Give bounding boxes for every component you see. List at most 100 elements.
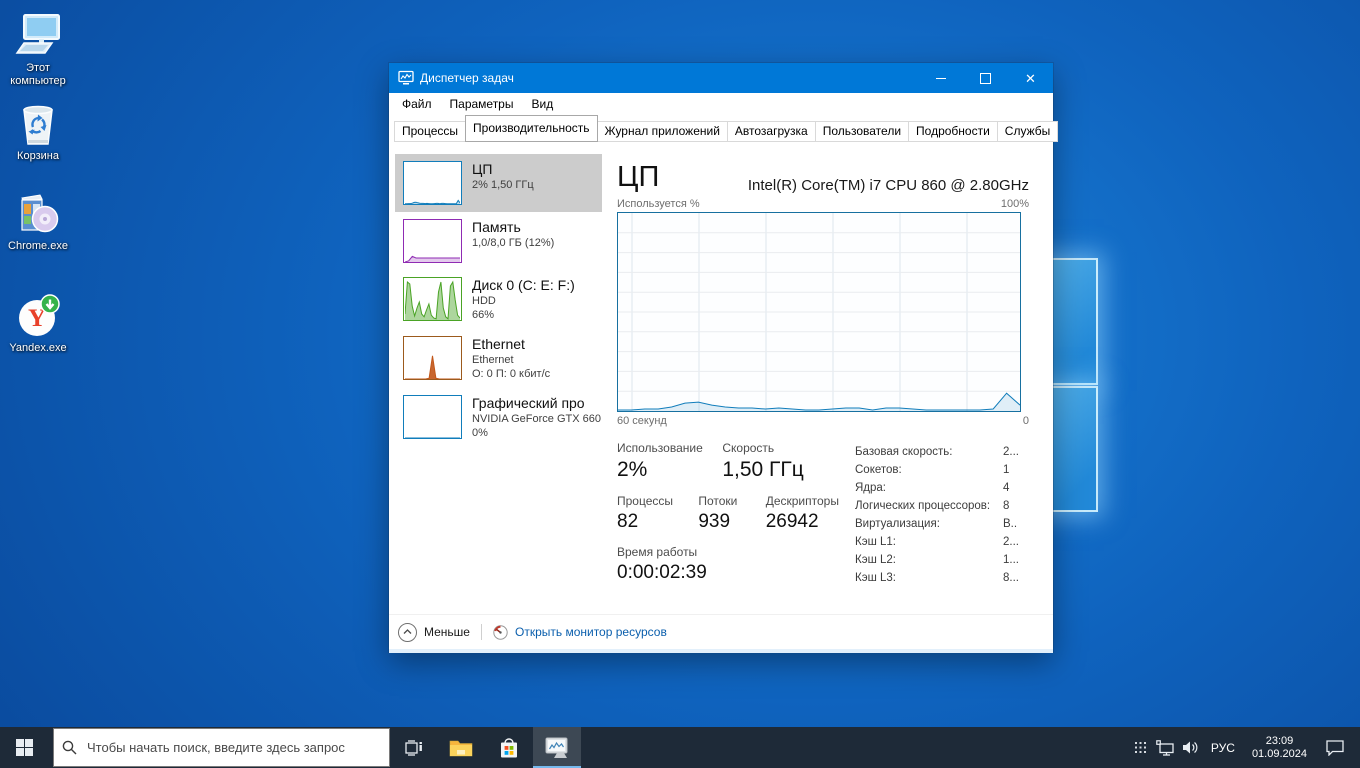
sidebar-gpu-usage: 0%	[472, 427, 488, 439]
desktop-icon-recycle-bin[interactable]: Корзина	[0, 100, 76, 163]
desktop-icon-yandex-exe[interactable]: Y Yandex.exe	[0, 292, 76, 355]
chevron-up-icon	[398, 622, 417, 642]
window-titlebar[interactable]: Диспетчер задач ✕	[389, 63, 1053, 93]
tab-details[interactable]: Подробности	[908, 121, 998, 142]
taskbar: РУС 23:09 01.09.2024	[0, 727, 1360, 768]
menu-view[interactable]: Вид	[522, 97, 562, 111]
this-pc-icon	[14, 12, 62, 60]
sidebar-memory-title: Память	[472, 219, 521, 235]
sidebar-gpu-title: Графический про	[472, 395, 585, 411]
spec-row: Сокетов: 1	[855, 464, 1010, 476]
minimize-icon	[935, 77, 946, 79]
clock-time: 23:09	[1265, 734, 1294, 747]
tab-startup[interactable]: Автозагрузка	[726, 121, 816, 142]
system-tray: РУС 23:09 01.09.2024	[1128, 727, 1354, 768]
tab-services[interactable]: Службы	[996, 121, 1059, 142]
speed-label: Скорость	[722, 441, 775, 455]
task-view-icon	[404, 739, 422, 756]
cpu-usage-graph	[617, 212, 1021, 412]
sidebar-item-cpu[interactable]: ЦП 2% 1,50 ГГц	[395, 154, 602, 212]
spec-row: Кэш L2: 1...	[855, 554, 1019, 566]
sidebar-disk-title: Диск 0 (C: E: F:)	[472, 277, 575, 293]
cpu-detail-pane: ЦП Intel(R) Core(TM) i7 CPU 860 @ 2.80GH…	[602, 142, 1053, 614]
spec-row: Кэш L3: 8...	[855, 572, 1019, 584]
close-icon: ✕	[1025, 70, 1036, 86]
clock-date: 01.09.2024	[1251, 747, 1307, 760]
recycle-bin-icon	[14, 100, 62, 148]
task-manager-taskbar-button[interactable]	[533, 727, 581, 768]
sidebar-memory-stats: 1,0/8,0 ГБ (12%)	[472, 237, 555, 249]
graph-ylabel: Используется %	[617, 198, 700, 210]
language-indicator[interactable]: РУС	[1203, 741, 1243, 755]
installer-box-icon	[14, 190, 62, 238]
desktop-icon-this-pc[interactable]: Этот компьютер	[0, 12, 76, 88]
sidebar-item-ethernet[interactable]: Ethernet Ethernet О: 0 П: 0 кбит/с	[395, 329, 602, 388]
desktop-icon-label: Chrome.exe	[8, 240, 68, 252]
task-manager-app-icon	[398, 70, 414, 86]
sidebar-disk-type: HDD	[472, 295, 496, 307]
spec-row: Логических процессоров: 8	[855, 500, 1010, 512]
graph-xmin-label: 0	[1022, 415, 1029, 427]
sidebar-ethernet-title: Ethernet	[472, 336, 525, 352]
sidebar-gpu-name: NVIDIA GeForce GTX 660	[472, 413, 601, 425]
menu-file[interactable]: Файл	[393, 97, 441, 111]
cpu-model-name: Intel(R) Core(TM) i7 CPU 860 @ 2.80GHz	[747, 177, 1029, 194]
file-explorer-icon	[449, 740, 473, 756]
fewer-details-button[interactable]: Меньше	[398, 622, 470, 642]
tab-strip: Процессы Производительность Журнал прило…	[389, 115, 1059, 142]
yandex-browser-icon: Y	[14, 292, 62, 340]
sidebar-cpu-title: ЦП	[472, 161, 493, 177]
desktop-icon-label: Корзина	[17, 150, 59, 162]
uptime-value: 0:00:02:39	[617, 562, 707, 583]
usage-value: 2%	[617, 458, 648, 481]
desktop-icon-chrome-exe[interactable]: Chrome.exe	[0, 190, 76, 253]
tab-app-history[interactable]: Журнал приложений	[596, 121, 728, 142]
minimize-button[interactable]	[918, 63, 963, 93]
window-bottom-edge	[389, 649, 1053, 653]
sidebar-item-gpu[interactable]: Графический про NVIDIA GeForce GTX 660 0…	[395, 388, 602, 447]
task-manager-icon	[545, 737, 568, 758]
threads-label: Потоки	[698, 494, 738, 508]
cpu-live-stats: Использование 2% Скорость 1,50 ГГц Проце…	[617, 441, 855, 596]
spec-row: Базовая скорость: 2...	[855, 446, 1019, 458]
show-hidden-icons-button[interactable]	[1128, 727, 1153, 768]
menu-bar: Файл Параметры Вид	[389, 93, 1053, 115]
desktop-icon-label: Этот компьютер	[10, 62, 66, 87]
hidden-icons-icon	[1134, 742, 1146, 753]
search-input[interactable]	[85, 739, 369, 756]
open-resource-monitor-link[interactable]: Открыть монитор ресурсов	[493, 624, 667, 640]
disk-mini-graph	[403, 277, 462, 321]
maximize-button[interactable]	[963, 63, 1008, 93]
task-view-button[interactable]	[390, 727, 437, 768]
sidebar-ethernet-name: Ethernet	[472, 354, 514, 366]
speed-value: 1,50 ГГц	[722, 458, 804, 481]
action-center-icon	[1326, 739, 1344, 756]
tab-performance[interactable]: Производительность	[465, 115, 598, 142]
network-tray-button[interactable]	[1153, 727, 1178, 768]
sidebar-disk-usage: 66%	[472, 309, 495, 321]
clock[interactable]: 23:09 01.09.2024	[1243, 735, 1316, 761]
tab-processes[interactable]: Процессы	[394, 121, 467, 142]
microsoft-store-taskbar-button[interactable]	[485, 727, 533, 768]
task-manager-window: Диспетчер задач ✕ Файл Параметры Вид Про…	[389, 63, 1059, 653]
start-button[interactable]	[0, 727, 48, 768]
file-explorer-taskbar-button[interactable]	[437, 727, 485, 768]
taskbar-search-box[interactable]	[53, 728, 390, 767]
search-icon	[62, 740, 77, 755]
window-footer: Меньше Открыть монитор ресурсов	[389, 614, 1053, 649]
uptime-label: Время работы	[617, 545, 698, 559]
handles-value: 26942	[765, 511, 819, 532]
spec-row: Виртуализация: В..	[855, 518, 1018, 530]
sidebar-ethernet-throughput: О: 0 П: 0 кбит/с	[472, 368, 551, 380]
processes-label: Процессы	[617, 494, 674, 508]
action-center-button[interactable]	[1316, 727, 1354, 768]
resource-monitor-icon	[493, 624, 508, 640]
spec-row: Кэш L1: 2...	[855, 536, 1019, 548]
tab-users[interactable]: Пользователи	[814, 121, 910, 142]
close-button[interactable]: ✕	[1008, 63, 1053, 93]
sidebar-item-memory[interactable]: Память 1,0/8,0 ГБ (12%)	[395, 212, 602, 270]
sidebar-item-disk[interactable]: Диск 0 (C: E: F:) HDD 66%	[395, 270, 602, 329]
handles-label: Дескрипторы	[765, 494, 839, 508]
menu-options[interactable]: Параметры	[441, 97, 523, 111]
volume-tray-button[interactable]	[1178, 727, 1203, 768]
